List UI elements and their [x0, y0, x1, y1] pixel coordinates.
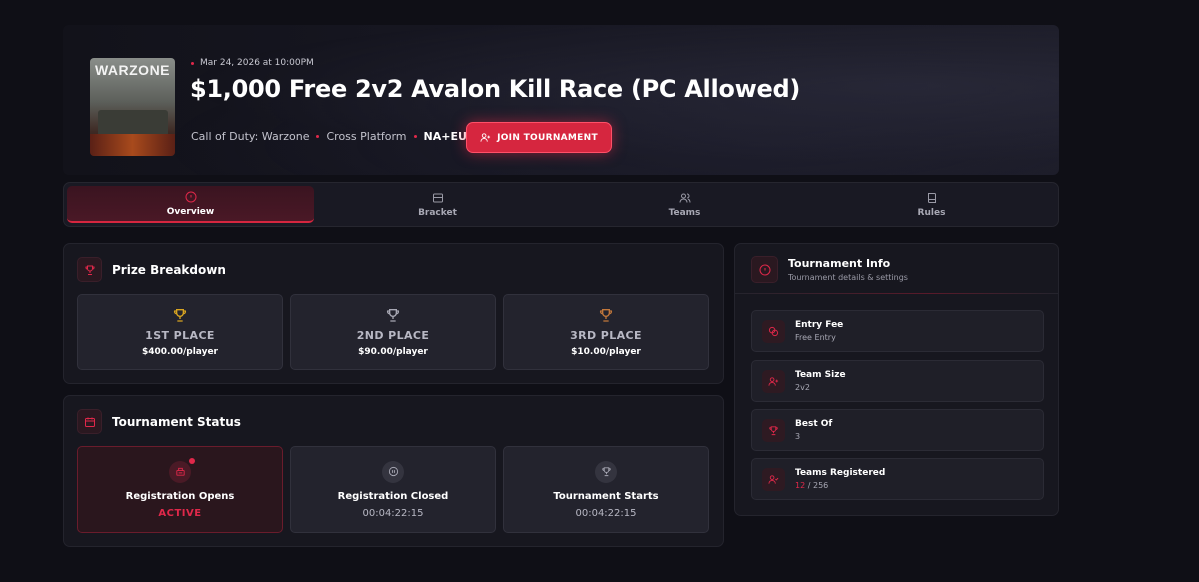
trophy-icon	[77, 257, 102, 282]
tournament-meta: Call of Duty: Warzone Cross Platform NA+…	[191, 130, 467, 143]
prize-title: Prize Breakdown	[112, 262, 226, 277]
status-registration-opens: Registration Opens ACTIVE	[77, 446, 283, 533]
status-countdown: 00:04:22:15	[362, 507, 424, 519]
tab-label: Teams	[668, 207, 701, 218]
info-row-entry-fee: Entry Fee Free Entry	[751, 310, 1044, 352]
status-title: Tournament Status	[112, 414, 241, 429]
prize-amount: $10.00/player	[571, 347, 641, 357]
info-value: 2v2	[795, 383, 810, 392]
separator-dot-icon	[413, 135, 417, 138]
date-dot-icon	[191, 61, 194, 65]
prize-tile-2nd: 2ND PLACE $90.00/player	[290, 294, 496, 370]
status-registration-closed: Registration Closed 00:04:22:15	[290, 446, 496, 533]
separator-dot-icon	[316, 135, 320, 138]
region-label: NA+EU	[423, 130, 467, 143]
status-label: Registration Closed	[337, 490, 449, 502]
tournament-tabs: Overview Bracket Teams Rules	[63, 182, 1059, 227]
prize-amount: $90.00/player	[358, 347, 428, 357]
user-plus-icon	[762, 369, 785, 393]
book-icon	[927, 192, 936, 203]
info-circle-icon	[185, 191, 196, 202]
cover-fire-art	[90, 134, 175, 156]
tab-rules[interactable]: Rules	[808, 186, 1055, 223]
tab-label: Bracket	[418, 207, 457, 218]
info-circle-icon	[751, 256, 778, 283]
tournament-date: Mar 24, 2026 at 10:00PM	[191, 58, 314, 68]
status-header: Tournament Status	[77, 409, 241, 434]
status-countdown: 00:04:22:15	[575, 507, 637, 519]
tab-teams[interactable]: Teams	[561, 186, 808, 223]
info-value: Free Entry	[795, 333, 836, 342]
pause-icon	[382, 460, 404, 483]
info-label: Best Of	[795, 419, 833, 429]
game-name: Call of Duty: Warzone	[191, 130, 310, 143]
info-divider	[735, 293, 1058, 294]
teams-max-count: 256	[812, 481, 829, 490]
coins-icon	[762, 319, 785, 343]
silver-trophy-icon	[386, 309, 400, 322]
place-label: 3RD PLACE	[570, 329, 642, 342]
tournament-status-card: Tournament Status Registration Opens ACT…	[63, 395, 724, 547]
prize-tile-1st: 1ST PLACE $400.00/player	[77, 294, 283, 370]
join-tournament-button[interactable]: JOIN TOURNAMENT	[466, 122, 612, 153]
cover-title: WARZONE	[94, 62, 171, 78]
platform-label: Cross Platform	[326, 130, 407, 143]
date-text: Mar 24, 2026 at 10:00PM	[200, 58, 314, 68]
join-button-label: JOIN TOURNAMENT	[497, 132, 598, 143]
registration-icon	[169, 457, 195, 483]
info-subtitle: Tournament details & settings	[788, 273, 908, 282]
teams-registered-count: 12	[795, 481, 806, 490]
tab-label: Overview	[166, 206, 215, 217]
info-title: Tournament Info	[788, 257, 891, 270]
status-label: Tournament Starts	[553, 490, 659, 502]
place-label: 2ND PLACE	[356, 329, 430, 342]
bronze-trophy-icon	[599, 309, 613, 322]
prize-amount: $400.00/player	[141, 347, 218, 357]
bracket-icon	[432, 193, 443, 202]
tab-label: Rules	[917, 207, 946, 218]
game-cover-image: WARZONE	[90, 58, 175, 156]
prize-tile-3rd: 3RD PLACE $10.00/player	[503, 294, 709, 370]
teams-separator: /	[807, 481, 811, 490]
info-value-teams: 12 / 256	[795, 481, 885, 490]
active-indicator-dot	[189, 457, 195, 464]
trophy-icon	[762, 418, 785, 442]
status-tournament-starts: Tournament Starts 00:04:22:15	[503, 446, 709, 533]
info-label: Teams Registered	[795, 468, 886, 478]
calendar-icon	[77, 409, 102, 434]
users-icon	[679, 193, 690, 203]
user-plus-icon	[480, 133, 491, 142]
info-label: Team Size	[795, 370, 846, 380]
status-label: Registration Opens	[125, 490, 235, 502]
tab-bracket[interactable]: Bracket	[314, 186, 561, 223]
prize-breakdown-card: Prize Breakdown 1ST PLACE $400.00/player…	[63, 243, 724, 384]
gold-trophy-icon	[173, 309, 187, 322]
status-value: ACTIVE	[158, 507, 202, 519]
tournament-hero: WARZONE Mar 24, 2026 at 10:00PM $1,000 F…	[63, 25, 1059, 175]
user-check-icon	[762, 467, 785, 491]
info-label: Entry Fee	[795, 320, 844, 330]
tournament-title: $1,000 Free 2v2 Avalon Kill Race (PC All…	[190, 75, 800, 103]
place-label: 1ST PLACE	[145, 329, 215, 342]
tab-overview[interactable]: Overview	[67, 186, 314, 223]
info-header: Tournament Info Tournament details & set…	[751, 256, 908, 283]
info-row-team-size: Team Size 2v2	[751, 360, 1044, 402]
trophy-icon	[595, 460, 617, 483]
info-value: 3	[795, 432, 801, 441]
info-row-teams-registered: Teams Registered 12 / 256	[751, 458, 1044, 500]
prize-header: Prize Breakdown	[77, 257, 226, 282]
tournament-info-card: Tournament Info Tournament details & set…	[734, 243, 1059, 516]
cover-tank-art	[98, 110, 168, 136]
info-row-best-of: Best Of 3	[751, 409, 1044, 451]
